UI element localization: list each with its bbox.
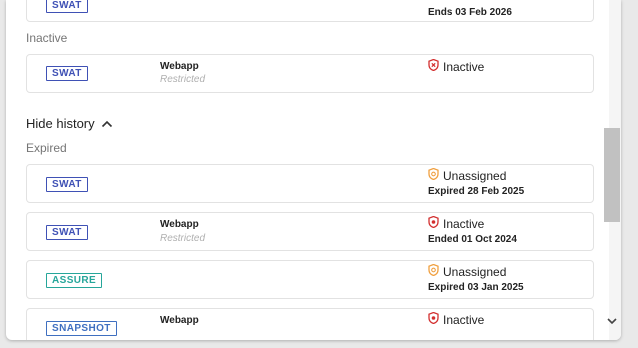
product-tag: SNAPSHOT bbox=[46, 321, 117, 336]
hide-history-label: Hide history bbox=[26, 116, 95, 131]
status-date: Expired 03 Jan 2025 bbox=[428, 282, 524, 293]
app-name: Webapp bbox=[160, 219, 199, 230]
unassigned-shield-icon bbox=[428, 167, 439, 183]
app-access-level: Restricted bbox=[160, 233, 206, 244]
shield-icon bbox=[428, 58, 439, 74]
section-label-inactive: Inactive bbox=[26, 31, 68, 45]
app-name: Webapp bbox=[160, 315, 199, 326]
status-label: Unassigned bbox=[443, 168, 507, 183]
status: Unassigned bbox=[428, 263, 507, 279]
status-date: Ended 01 Oct 2024 bbox=[428, 234, 517, 245]
status-date: Ends 03 Feb 2026 bbox=[428, 7, 512, 18]
scroll-down-arrow-icon[interactable] bbox=[606, 314, 618, 326]
status: Inactive bbox=[428, 58, 485, 74]
subscription-card[interactable]: SWAT Webapp Restricted Inactive Ended 01… bbox=[26, 212, 594, 251]
status-date: Expired 28 Feb 2025 bbox=[428, 186, 525, 197]
app-name: Webapp bbox=[160, 61, 199, 72]
subscription-card[interactable]: SWAT Ends 03 Feb 2026 bbox=[26, 0, 594, 22]
status-label: Inactive bbox=[443, 312, 485, 327]
subscriptions-panel: SWAT Ends 03 Feb 2026 Inactive SWAT Weba… bbox=[6, 0, 621, 340]
product-tag: ASSURE bbox=[46, 273, 103, 288]
shield-icon bbox=[428, 215, 439, 231]
scrollbar-thumb[interactable] bbox=[604, 128, 620, 222]
app-access-level: Restricted bbox=[160, 74, 206, 85]
status-label: Inactive bbox=[443, 216, 485, 231]
section-label-expired: Expired bbox=[26, 141, 67, 155]
chevron-up-icon bbox=[101, 116, 113, 131]
product-tag: SWAT bbox=[46, 0, 88, 13]
shield-icon bbox=[428, 311, 439, 327]
product-tag: SWAT bbox=[46, 225, 88, 240]
status: Inactive bbox=[428, 215, 485, 231]
hide-history-toggle[interactable]: Hide history bbox=[26, 116, 113, 131]
status: Unassigned bbox=[428, 167, 507, 183]
subscription-card[interactable]: SWAT Unassigned Expired 28 Feb 2025 bbox=[26, 164, 594, 203]
status-label: Unassigned bbox=[443, 264, 507, 279]
status: Inactive bbox=[428, 311, 485, 327]
subscription-card[interactable]: SNAPSHOT Webapp Inactive bbox=[26, 308, 594, 340]
product-tag: SWAT bbox=[46, 177, 88, 192]
status-label: Inactive bbox=[443, 59, 485, 74]
unassigned-shield-icon bbox=[428, 263, 439, 279]
product-tag: SWAT bbox=[46, 66, 88, 81]
subscription-card[interactable]: SWAT Webapp Restricted Inactive bbox=[26, 54, 594, 93]
subscription-card[interactable]: ASSURE Unassigned Expired 03 Jan 2025 bbox=[26, 260, 594, 299]
